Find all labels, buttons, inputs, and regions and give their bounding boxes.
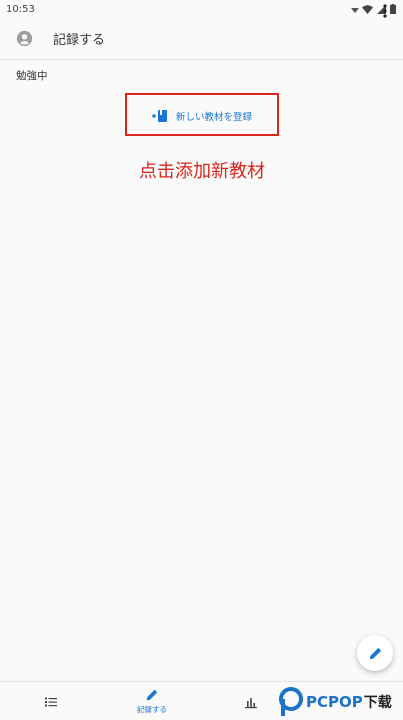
watermark-logo: PCPOP 下载 <box>278 683 403 720</box>
nav-item-record[interactable]: 記録する <box>128 682 176 720</box>
battery-icon <box>390 4 396 14</box>
bar-chart-icon <box>245 697 257 708</box>
highlight-annotation-box <box>125 93 279 136</box>
account-circle-icon[interactable] <box>16 30 33 47</box>
more-vert-icon[interactable] <box>380 3 390 19</box>
nav-label-record: 記録する <box>137 705 167 714</box>
pcpop-logo-icon <box>279 686 303 716</box>
pencil-icon <box>369 647 381 659</box>
dropdown-arrow-icon[interactable] <box>351 8 359 13</box>
wifi-icon <box>362 4 373 14</box>
subject-label: 勉強中 <box>16 69 48 82</box>
nav-item-list[interactable] <box>38 682 64 720</box>
status-time: 10:53 <box>6 3 35 15</box>
list-icon <box>45 697 57 706</box>
watermark-suffix: 下载 <box>363 694 392 711</box>
annotation-text: 点击添加新教材 <box>139 161 265 182</box>
pencil-icon <box>146 689 158 701</box>
status-icons <box>362 4 396 14</box>
status-bar: 10:53 <box>0 0 403 18</box>
page-title: 記録する <box>53 33 106 48</box>
app-bar: 記録する <box>0 18 403 60</box>
watermark-brand: PCPOP <box>306 692 363 711</box>
nav-item-stats[interactable] <box>238 682 264 720</box>
record-fab[interactable] <box>357 635 393 671</box>
subject-selector[interactable]: 勉強中 <box>0 64 403 86</box>
